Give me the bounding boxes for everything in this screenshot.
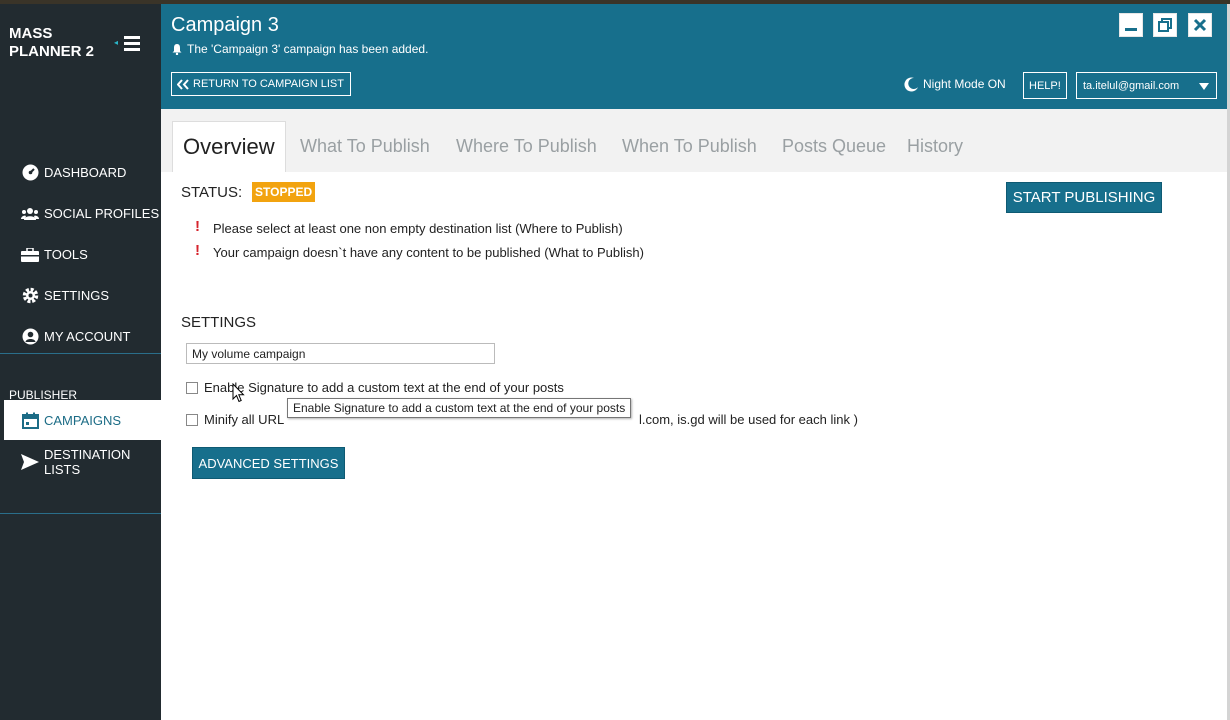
chevron-down-icon [1199, 83, 1209, 90]
tab-overview[interactable]: Overview [172, 121, 286, 172]
tab-what-to-publish[interactable]: What To Publish [300, 121, 430, 172]
night-mode-toggle[interactable]: Night Mode ON [903, 76, 1006, 92]
start-publishing-button[interactable]: START PUBLISHING [1006, 182, 1162, 213]
minimize-icon [1125, 28, 1137, 31]
sidebar-item-tools[interactable]: TOOLS [0, 234, 161, 275]
sidebar-item-dashboard[interactable]: DASHBOARD [0, 152, 161, 193]
calendar-icon [21, 411, 39, 429]
campaign-header: Campaign 3 The 'Campaign 3' campaign has… [161, 4, 1227, 109]
minify-label-end: l.com, is.gd will be used for each link … [639, 412, 858, 427]
campaign-name-input[interactable] [186, 343, 495, 364]
restore-icon [1158, 18, 1172, 32]
tab-when-to-publish[interactable]: When To Publish [622, 121, 757, 172]
status-badge: STOPPED [252, 182, 316, 202]
main-nav: DASHBOARD SOCIAL PROFILES TOOLS SETTINGS… [0, 152, 161, 357]
send-icon [21, 453, 39, 471]
sidebar-item-label: MY ACCOUNT [44, 329, 131, 344]
status-label: STATUS: [181, 184, 243, 201]
arrow-left-icon: ◂ [114, 38, 119, 47]
notification-message: The 'Campaign 3' campaign has been added… [171, 42, 428, 56]
menu-toggle-icon[interactable]: ◂ [114, 34, 142, 56]
moon-icon [904, 77, 918, 92]
tab-history[interactable]: History [907, 121, 963, 172]
app-logo: MASS PLANNER 2 [9, 25, 95, 60]
page-title: Campaign 3 [171, 14, 279, 36]
sidebar-item-campaigns[interactable]: CAMPAIGNS [4, 400, 161, 440]
sidebar: MASS PLANNER 2 ◂ DASHBOARD SOCIAL PROFIL… [0, 4, 161, 720]
help-button[interactable]: HELP! [1023, 72, 1067, 99]
account-dropdown[interactable]: ta.itelul@gmail.com [1076, 72, 1217, 99]
return-to-campaign-list-button[interactable]: RETURN TO CAMPAIGN LIST [171, 72, 351, 96]
exclamation-icon: ! [195, 242, 200, 259]
double-chevron-left-icon [177, 78, 189, 90]
users-icon [21, 205, 39, 223]
gear-icon [21, 287, 39, 305]
sidebar-divider [0, 353, 161, 354]
mouse-cursor-icon [232, 383, 245, 403]
sidebar-divider [0, 513, 161, 514]
toolbox-icon [21, 246, 39, 264]
warning-message: ! Please select at least one non empty d… [195, 218, 623, 236]
minify-checkbox[interactable] [186, 413, 198, 426]
exclamation-icon: ! [195, 218, 200, 235]
signature-checkbox[interactable] [186, 381, 198, 394]
sidebar-item-my-account[interactable]: MY ACCOUNT [0, 316, 161, 357]
advanced-settings-button[interactable]: ADVANCED SETTINGS [192, 447, 345, 479]
sidebar-item-label: DASHBOARD [44, 165, 127, 180]
restore-button[interactable] [1153, 13, 1177, 37]
minimize-button[interactable] [1119, 13, 1143, 37]
close-button[interactable] [1188, 13, 1212, 37]
tab-where-to-publish[interactable]: Where To Publish [456, 121, 597, 172]
sidebar-item-social-profiles[interactable]: SOCIAL PROFILES [0, 193, 161, 234]
warning-message: ! Your campaign doesn`t have any content… [195, 242, 644, 260]
user-circle-icon [21, 328, 39, 346]
minify-option[interactable]: Minify all URL [186, 412, 284, 427]
sidebar-item-label: TOOLS [44, 247, 88, 262]
sidebar-item-destination-lists[interactable]: DESTINATION LISTS [0, 441, 161, 482]
dashboard-icon [21, 164, 39, 182]
minify-label-start: Minify all URL [204, 412, 285, 427]
tab-posts-queue[interactable]: Posts Queue [782, 121, 886, 172]
close-icon [1193, 18, 1207, 32]
sidebar-item-label: CAMPAIGNS [44, 412, 122, 428]
sidebar-item-label: SOCIAL PROFILES [44, 206, 160, 221]
settings-heading: SETTINGS [181, 314, 257, 331]
sidebar-item-label: DESTINATION LISTS [44, 446, 131, 477]
tab-bar: Overview What To Publish Where To Publis… [161, 109, 1227, 172]
signature-label: Enable Signature to add a custom text at… [204, 380, 564, 395]
sidebar-item-label: SETTINGS [44, 288, 110, 303]
bell-icon [172, 44, 182, 55]
sidebar-item-settings[interactable]: SETTINGS [0, 275, 161, 316]
signature-tooltip: Enable Signature to add a custom text at… [287, 398, 632, 418]
main-content: Overview What To Publish Where To Publis… [161, 109, 1227, 720]
